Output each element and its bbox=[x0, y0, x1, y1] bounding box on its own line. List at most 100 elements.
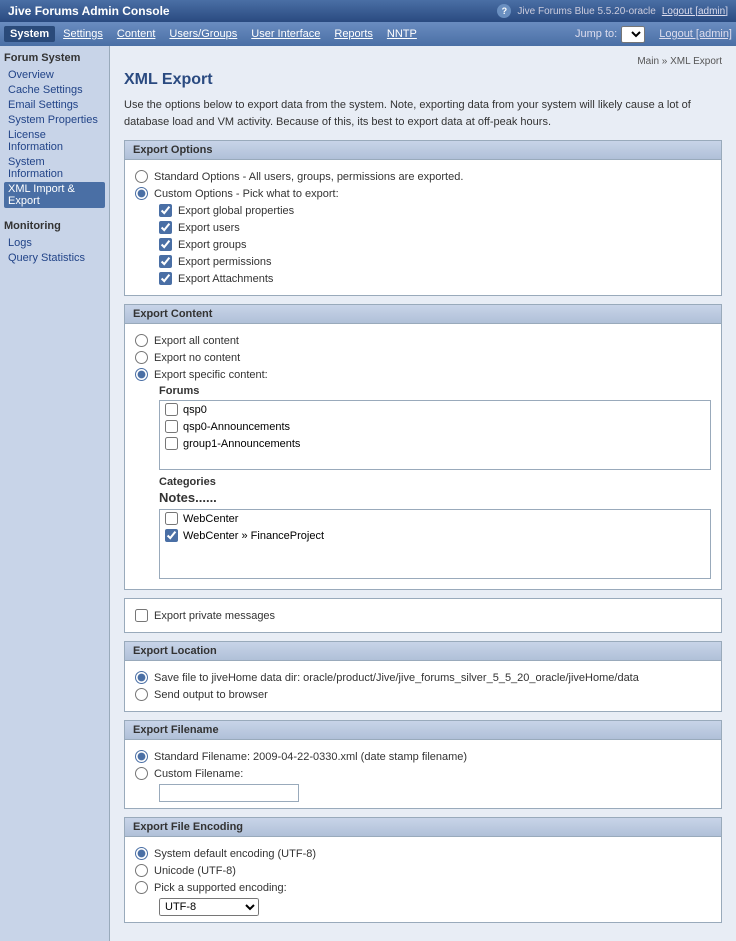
forum-qsp0-announcements-item: qsp0-Announcements bbox=[160, 418, 710, 435]
help-icon[interactable]: ? bbox=[497, 4, 511, 18]
nav-user-interface[interactable]: User Interface bbox=[245, 26, 326, 42]
intro-text: Use the options below to export data fro… bbox=[124, 97, 722, 130]
unicode-utf8-row: Unicode (UTF-8) bbox=[135, 864, 711, 877]
custom-option-row: Custom Options - Pick what to export: bbox=[135, 187, 711, 200]
forum-qsp0-announcements-label: qsp0-Announcements bbox=[183, 421, 290, 433]
cat-webcenter-checkbox[interactable] bbox=[165, 512, 178, 525]
nav-content[interactable]: Content bbox=[111, 26, 162, 42]
export-groups-label: Export groups bbox=[178, 239, 246, 251]
system-default-encoding-row: System default encoding (UTF-8) bbox=[135, 847, 711, 860]
custom-filename-input-container bbox=[159, 784, 711, 802]
standard-filename-label: Standard Filename: 2009-04-22-0330.xml (… bbox=[154, 751, 467, 763]
forum-qsp0-item: qsp0 bbox=[160, 401, 710, 418]
sidebar: Forum System Overview Cache Settings Ema… bbox=[0, 46, 110, 941]
standard-filename-row: Standard Filename: 2009-04-22-0330.xml (… bbox=[135, 750, 711, 763]
export-location-section: Export Location Save file to jiveHome da… bbox=[124, 641, 722, 712]
export-users-row: Export users bbox=[159, 221, 711, 234]
nav-settings[interactable]: Settings bbox=[57, 26, 109, 42]
sidebar-forum-system-label: Forum System bbox=[4, 52, 105, 64]
export-permissions-checkbox[interactable] bbox=[159, 255, 172, 268]
nav-logout[interactable]: Logout [admin] bbox=[659, 28, 732, 40]
export-options-body: Standard Options - All users, groups, pe… bbox=[125, 160, 721, 295]
sidebar-item-query-statistics[interactable]: Query Statistics bbox=[4, 251, 105, 265]
forum-group1-announcements-item: group1-Announcements bbox=[160, 435, 710, 452]
jump-select[interactable] bbox=[621, 26, 645, 43]
export-all-content-radio[interactable] bbox=[135, 334, 148, 347]
forum-qsp0-announcements-checkbox[interactable] bbox=[165, 420, 178, 433]
encoding-select-container: UTF-8 bbox=[159, 898, 711, 916]
unicode-utf8-radio[interactable] bbox=[135, 864, 148, 877]
save-to-jivehome-label: Save file to jiveHome data dir: oracle/p… bbox=[154, 672, 639, 684]
categories-scroll[interactable]: WebCenter WebCenter » FinanceProject bbox=[159, 509, 711, 579]
notes-label: Notes...... bbox=[159, 490, 711, 505]
export-global-props-checkbox[interactable] bbox=[159, 204, 172, 217]
custom-filename-input[interactable] bbox=[159, 784, 299, 802]
app-title: Jive Forums Admin Console bbox=[8, 4, 170, 18]
standard-option-radio[interactable] bbox=[135, 170, 148, 183]
version-info: Jive Forums Blue 5.5.20-oracle bbox=[517, 6, 655, 17]
jump-to: Jump to: bbox=[575, 26, 645, 43]
categories-label: Categories bbox=[159, 476, 711, 488]
sidebar-item-email-settings[interactable]: Email Settings bbox=[4, 98, 105, 112]
forum-group1-announcements-checkbox[interactable] bbox=[165, 437, 178, 450]
export-content-body: Export all content Export no content Exp… bbox=[125, 324, 721, 589]
categories-container: WebCenter WebCenter » FinanceProject bbox=[159, 509, 711, 579]
export-options-header: Export Options bbox=[125, 141, 721, 160]
sidebar-item-xml-import-export[interactable]: XML Import & Export bbox=[4, 182, 105, 208]
export-specific-content-radio[interactable] bbox=[135, 368, 148, 381]
main-content: Main » XML Export XML Export Use the opt… bbox=[110, 46, 736, 941]
export-specific-content-row: Export specific content: bbox=[135, 368, 711, 381]
custom-option-radio[interactable] bbox=[135, 187, 148, 200]
custom-filename-row: Custom Filename: bbox=[135, 767, 711, 780]
sidebar-item-overview[interactable]: Overview bbox=[4, 68, 105, 82]
export-location-header: Export Location bbox=[125, 642, 721, 661]
export-users-checkbox[interactable] bbox=[159, 221, 172, 234]
save-to-jivehome-radio[interactable] bbox=[135, 671, 148, 684]
nav-system[interactable]: System bbox=[4, 26, 55, 42]
sidebar-item-license-information[interactable]: License Information bbox=[4, 128, 105, 154]
encoding-select[interactable]: UTF-8 bbox=[159, 898, 259, 916]
export-filename-header: Export Filename bbox=[125, 721, 721, 740]
pick-encoding-label: Pick a supported encoding: bbox=[154, 882, 287, 894]
export-no-content-label: Export no content bbox=[154, 352, 240, 364]
sidebar-item-cache-settings[interactable]: Cache Settings bbox=[4, 83, 105, 97]
export-encoding-body: System default encoding (UTF-8) Unicode … bbox=[125, 837, 721, 922]
export-global-props-row: Export global properties bbox=[159, 204, 711, 217]
export-attachments-checkbox[interactable] bbox=[159, 272, 172, 285]
standard-option-label: Standard Options - All users, groups, pe… bbox=[154, 171, 463, 183]
export-specific-content-label: Export specific content: bbox=[154, 369, 268, 381]
pick-encoding-radio[interactable] bbox=[135, 881, 148, 894]
header-right: ? Jive Forums Blue 5.5.20-oracle Logout … bbox=[497, 4, 728, 18]
forum-qsp0-checkbox[interactable] bbox=[165, 403, 178, 416]
forums-container: Forums qsp0 qsp0-Announcements group1 bbox=[159, 385, 711, 470]
export-permissions-row: Export permissions bbox=[159, 255, 711, 268]
nav-users-groups[interactable]: Users/Groups bbox=[163, 26, 243, 42]
jump-label: Jump to: bbox=[575, 28, 617, 40]
nav-bar: System Settings Content Users/Groups Use… bbox=[0, 22, 736, 46]
sidebar-item-logs[interactable]: Logs bbox=[4, 236, 105, 250]
export-global-props-label: Export global properties bbox=[178, 205, 294, 217]
export-groups-checkbox[interactable] bbox=[159, 238, 172, 251]
cat-webcenter-finance-item: WebCenter » FinanceProject bbox=[160, 527, 710, 544]
custom-filename-radio[interactable] bbox=[135, 767, 148, 780]
standard-filename-radio[interactable] bbox=[135, 750, 148, 763]
export-groups-row: Export groups bbox=[159, 238, 711, 251]
cat-webcenter-finance-checkbox[interactable] bbox=[165, 529, 178, 542]
export-encoding-section: Export File Encoding System default enco… bbox=[124, 817, 722, 923]
nav-reports[interactable]: Reports bbox=[328, 26, 379, 42]
export-private-label: Export private messages bbox=[154, 610, 275, 622]
nav-nntp[interactable]: NNTP bbox=[381, 26, 423, 42]
sidebar-item-system-properties[interactable]: System Properties bbox=[4, 113, 105, 127]
cat-webcenter-finance-label: WebCenter » FinanceProject bbox=[183, 530, 324, 542]
send-to-browser-radio[interactable] bbox=[135, 688, 148, 701]
system-default-encoding-radio[interactable] bbox=[135, 847, 148, 860]
logout-link[interactable]: Logout [admin] bbox=[662, 6, 728, 17]
export-filename-section: Export Filename Standard Filename: 2009-… bbox=[124, 720, 722, 809]
app-header: Jive Forums Admin Console ? Jive Forums … bbox=[0, 0, 736, 22]
export-no-content-radio[interactable] bbox=[135, 351, 148, 364]
export-permissions-label: Export permissions bbox=[178, 256, 272, 268]
export-private-checkbox[interactable] bbox=[135, 609, 148, 622]
sidebar-item-system-information[interactable]: System Information bbox=[4, 155, 105, 181]
forums-scroll[interactable]: qsp0 qsp0-Announcements group1-Announcem… bbox=[159, 400, 711, 470]
export-filename-body: Standard Filename: 2009-04-22-0330.xml (… bbox=[125, 740, 721, 808]
